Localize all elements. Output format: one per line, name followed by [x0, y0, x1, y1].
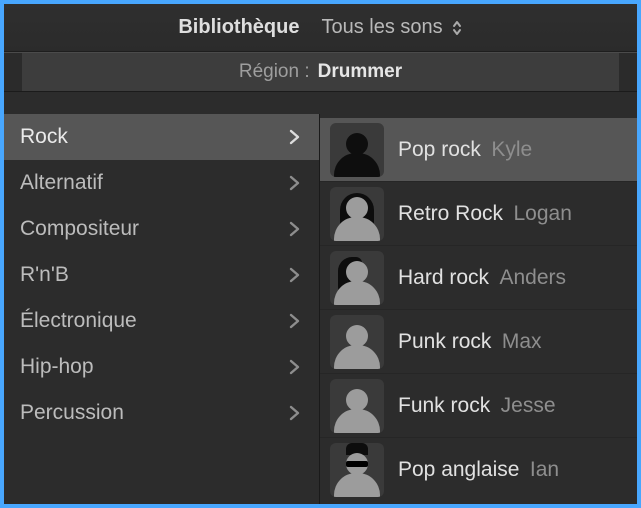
drummer-text: Funk rock Jesse: [398, 394, 556, 418]
category-item[interactable]: Électronique: [4, 298, 319, 344]
category-label: Compositeur: [20, 217, 139, 241]
category-item[interactable]: Compositeur: [4, 206, 319, 252]
drummer-name: Max: [502, 330, 542, 353]
drummer-style: Funk rock: [398, 394, 490, 417]
category-label: Percussion: [20, 401, 124, 425]
drummer-name: Kyle: [491, 138, 532, 161]
category-item[interactable]: Alternatif: [4, 160, 319, 206]
avatar: [330, 251, 384, 305]
drummer-list: Pop rock Kyle Retro Rock Logan Hard rock…: [320, 114, 637, 504]
drummer-name: Anders: [499, 266, 566, 289]
avatar: [330, 443, 384, 497]
drummer-style: Retro Rock: [398, 202, 503, 225]
category-item[interactable]: Hip-hop: [4, 344, 319, 390]
avatar: [330, 187, 384, 241]
chevron-right-icon: [287, 220, 301, 238]
category-label: Alternatif: [20, 171, 103, 195]
category-label: Rock: [20, 125, 68, 149]
drummer-text: Punk rock Max: [398, 330, 542, 354]
drummer-style: Pop anglaise: [398, 458, 519, 481]
region-value: Drummer: [318, 61, 402, 83]
chevron-right-icon: [287, 266, 301, 284]
drummer-text: Pop rock Kyle: [398, 138, 532, 162]
drummer-style: Punk rock: [398, 330, 491, 353]
drummer-item[interactable]: Hard rock Anders: [320, 246, 637, 310]
drummer-name: Ian: [530, 458, 559, 481]
chevron-right-icon: [287, 358, 301, 376]
chevron-right-icon: [287, 174, 301, 192]
category-label: R'n'B: [20, 263, 69, 287]
drummer-name: Jesse: [501, 394, 556, 417]
region-prefix: Région :: [239, 61, 310, 83]
avatar: [330, 315, 384, 369]
avatar: [330, 123, 384, 177]
avatar: [330, 379, 384, 433]
drummer-text: Retro Rock Logan: [398, 202, 572, 226]
library-panel: Bibliothèque Tous les sons Région : Drum…: [4, 4, 637, 504]
sound-scope-select[interactable]: Tous les sons: [321, 16, 462, 39]
header-region: Région : Drummer: [4, 52, 637, 92]
drummer-item[interactable]: Punk rock Max: [320, 310, 637, 374]
category-label: Électronique: [20, 309, 137, 333]
drummer-text: Pop anglaise Ian: [398, 458, 559, 482]
drummer-item[interactable]: Retro Rock Logan: [320, 182, 637, 246]
chevron-right-icon: [287, 312, 301, 330]
chevron-right-icon: [287, 404, 301, 422]
chevron-right-icon: [287, 128, 301, 146]
drummer-style: Hard rock: [398, 266, 489, 289]
drummer-name: Logan: [513, 202, 571, 225]
drummer-item[interactable]: Pop rock Kyle: [320, 118, 637, 182]
category-item[interactable]: R'n'B: [4, 252, 319, 298]
updown-icon: [451, 19, 463, 37]
sound-scope-label: Tous les sons: [321, 16, 442, 39]
drummer-text: Hard rock Anders: [398, 266, 566, 290]
category-label: Hip-hop: [20, 355, 94, 379]
drummer-style: Pop rock: [398, 138, 481, 161]
drummer-item[interactable]: Pop anglaise Ian: [320, 438, 637, 502]
category-item[interactable]: Percussion: [4, 390, 319, 436]
category-list: Rock Alternatif Compositeur R'n'B Électr…: [4, 114, 320, 504]
content-columns: Rock Alternatif Compositeur R'n'B Électr…: [4, 114, 637, 504]
category-item[interactable]: Rock: [4, 114, 319, 160]
library-title: Bibliothèque: [178, 16, 299, 39]
header-primary: Bibliothèque Tous les sons: [4, 4, 637, 52]
drummer-item[interactable]: Funk rock Jesse: [320, 374, 637, 438]
